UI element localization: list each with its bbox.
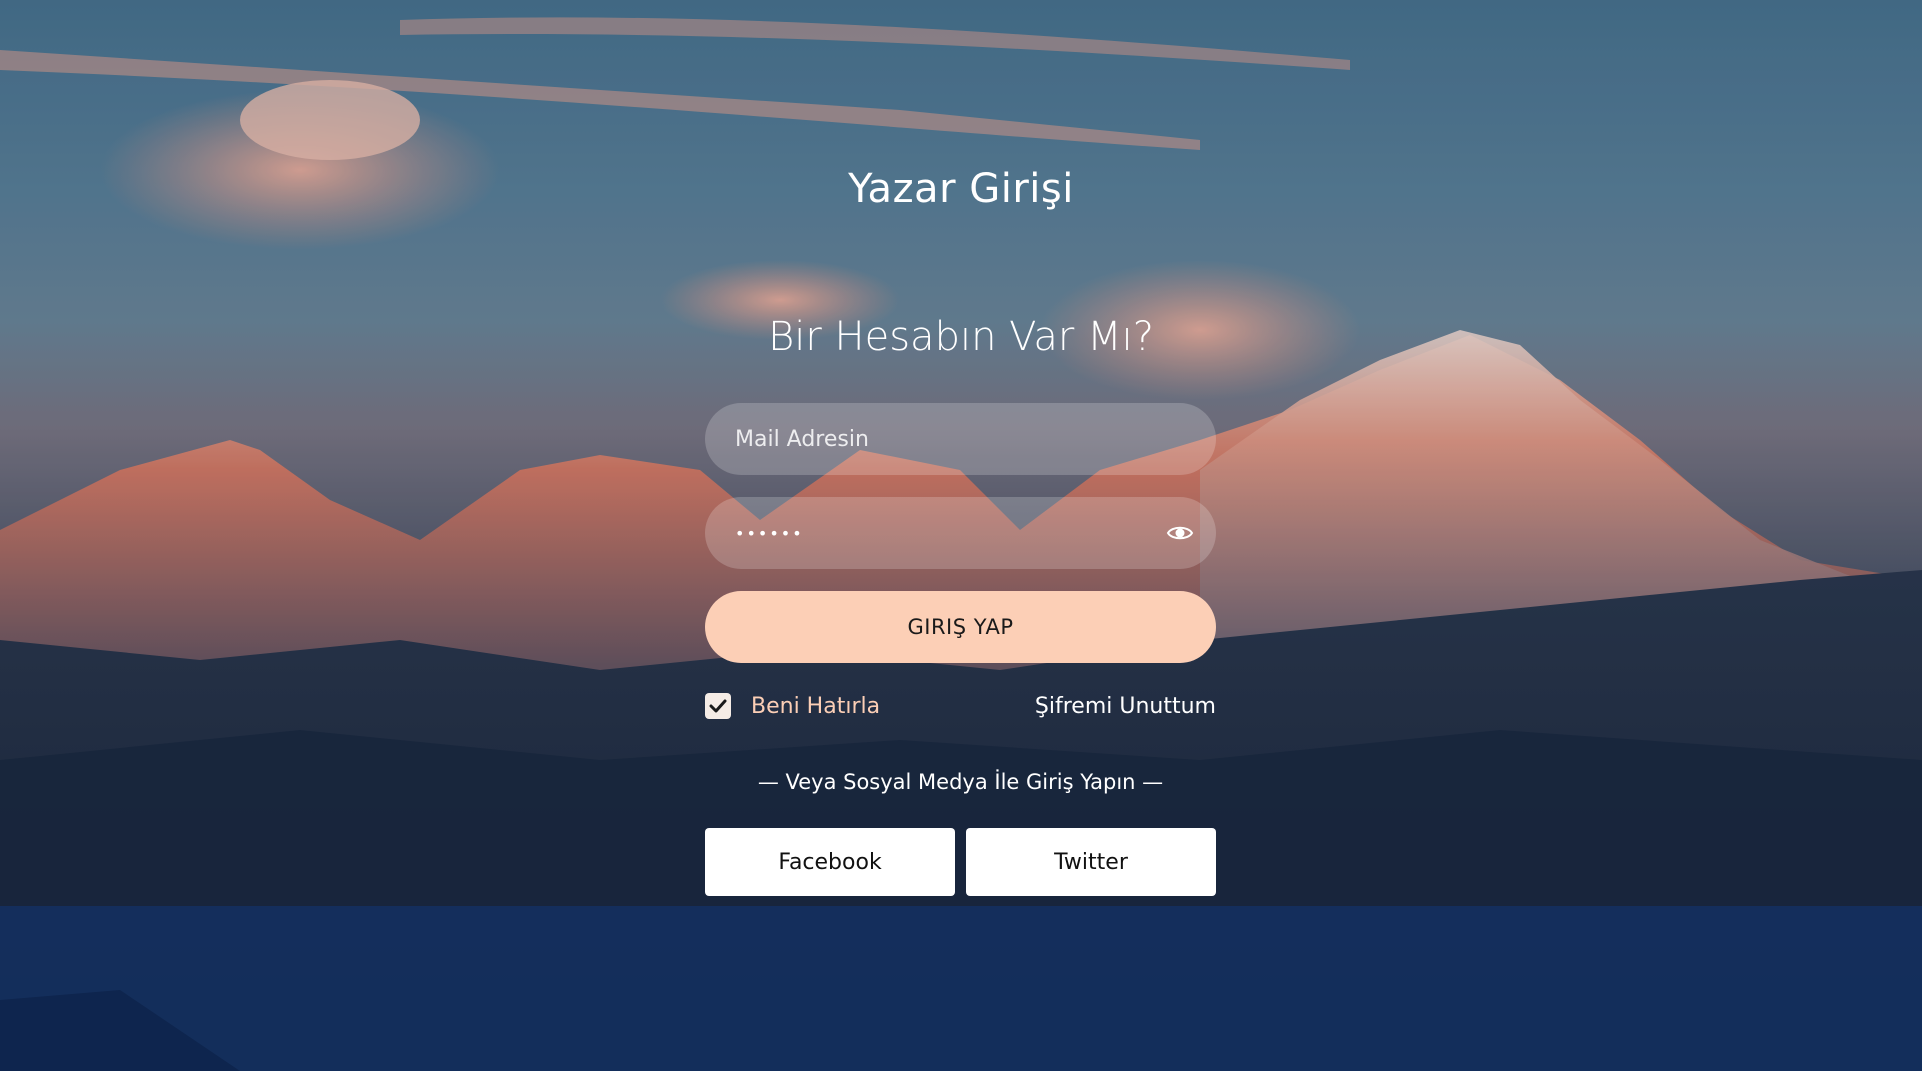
twitter-login-button[interactable]: Twitter bbox=[966, 828, 1216, 896]
email-field-wrapper bbox=[705, 403, 1216, 475]
forgot-password-link[interactable]: Şifremi Unuttum bbox=[1035, 694, 1216, 719]
remember-me-checkbox[interactable] bbox=[705, 693, 731, 719]
page-title: Yazar Girişi bbox=[848, 166, 1074, 212]
eye-icon[interactable] bbox=[1166, 519, 1194, 547]
password-input[interactable] bbox=[705, 497, 1216, 569]
remember-me-label: Beni Hatırla bbox=[751, 693, 881, 719]
login-page: Yazar Girişi Bir Hesabın Var Mı? GIRIŞ Y… bbox=[0, 0, 1922, 1071]
login-container: Yazar Girişi Bir Hesabın Var Mı? GIRIŞ Y… bbox=[0, 0, 1922, 1071]
login-form: GIRIŞ YAP Beni Hatırla Şifremi Unuttum —… bbox=[705, 403, 1216, 896]
social-login-buttons: Facebook Twitter bbox=[705, 828, 1216, 896]
options-row: Beni Hatırla Şifremi Unuttum bbox=[705, 691, 1216, 721]
check-icon bbox=[709, 699, 727, 713]
remember-me-toggle[interactable]: Beni Hatırla bbox=[705, 693, 880, 719]
email-input[interactable] bbox=[705, 403, 1216, 475]
login-heading: Bir Hesabın Var Mı? bbox=[768, 314, 1154, 360]
facebook-login-button[interactable]: Facebook bbox=[705, 828, 955, 896]
password-field-wrapper bbox=[705, 497, 1216, 569]
social-login-divider: — Veya Sosyal Medya İle Giriş Yapın — bbox=[757, 770, 1164, 794]
login-button[interactable]: GIRIŞ YAP bbox=[705, 591, 1216, 663]
